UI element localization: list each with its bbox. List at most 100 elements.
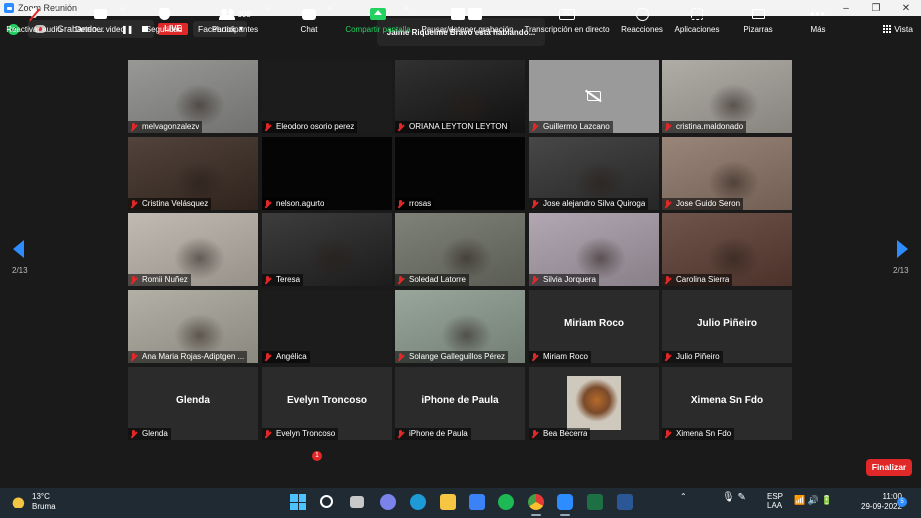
apps-label: Aplicaciones [674,25,720,34]
unmute-label: Reactivar audio [6,25,62,34]
chat-label: Chat [300,25,318,34]
participant-name-bar: iPhone de Paula [395,428,471,440]
input-language-indicator[interactable]: ESP LAA [767,492,783,510]
close-button[interactable]: ✕ [891,3,921,14]
participant-tile[interactable]: Jose Guido Seron [662,137,792,210]
participant-tile[interactable]: Cristina Velásquez [128,137,258,210]
next-page-arrow-icon[interactable] [897,240,908,258]
participant-name: melvagonzalezv [142,122,200,131]
microsoft-store-icon[interactable] [469,494,485,510]
chat-button[interactable]: Chat [292,6,326,34]
participant-name-bar: Cristina Velásquez [128,198,212,210]
teams-chat-icon[interactable] [380,494,396,510]
participant-tile[interactable]: Eleodoro osorio perez [262,60,392,133]
edge-browser-icon[interactable] [410,494,426,510]
search-icon[interactable] [320,495,333,508]
muted-mic-icon [130,275,138,285]
stop-video-button[interactable]: Detener video [72,6,128,34]
clock-time: 11:00 [882,492,902,501]
muted-mic-icon [664,352,672,362]
participant-tile[interactable]: Miriam Roco Miriam Roco [529,290,659,363]
whiteboards-label: Pizarras [743,25,773,34]
weather-temp: 13°C [32,492,50,501]
muted-mic-icon [397,275,405,285]
participant-display-name: Glenda [176,395,210,406]
chat-bubble-icon [302,8,316,20]
network-volume-battery-icons[interactable]: 📶 🔊 🔋 [794,495,833,506]
task-view-icon[interactable] [350,496,364,508]
chat-options-chevron-icon[interactable]: ^ [328,6,332,15]
spotify-icon[interactable] [498,494,514,510]
participant-name-bar: Glenda [128,428,171,440]
file-explorer-icon[interactable] [440,494,456,510]
chat-unread-badge: 1 [312,451,322,461]
participant-tile[interactable]: Jose alejandro Silva Quiroga [529,137,659,210]
notification-badge[interactable]: 5 [897,497,907,507]
participant-tile[interactable]: Solange Galleguillos Pérez [395,290,525,363]
participant-tile[interactable]: Carolina Sierra [662,213,792,286]
word-icon[interactable] [617,494,633,510]
participant-tile[interactable]: ORIANA LEYTON LEYTON [395,60,525,133]
participant-tile[interactable]: Julio Piñeiro Julio Piñeiro [662,290,792,363]
participant-tile[interactable]: cristina.maldonado [662,60,792,133]
share-options-chevron-icon[interactable]: ^ [405,6,409,15]
pause-stop-recording-button[interactable]: Pausar/detener grabación [420,6,515,34]
participant-name: Guillermo Lazcano [543,122,610,131]
more-button[interactable]: ••• Más [804,6,832,34]
whiteboards-button[interactable]: Pizarras [738,6,778,34]
participant-tile[interactable]: iPhone de Paula iPhone de Paula [395,367,525,440]
participant-tile[interactable]: Evelyn Troncoso Evelyn Troncoso [262,367,392,440]
chrome-browser-icon[interactable] [528,494,544,510]
participants-options-chevron-icon[interactable]: ^ [267,6,271,15]
participant-tile[interactable]: Silvia Jorquera [529,213,659,286]
participant-name: Bea Becerra [543,429,588,438]
participant-name-bar: melvagonzalezv [128,121,203,133]
participant-tile[interactable]: Soledad Latorre [395,213,525,286]
muted-mic-icon [531,352,539,362]
maximize-button[interactable]: ❐ [861,3,891,14]
system-clock[interactable]: 11:00 29-09-2022 [861,492,902,512]
participants-button[interactable]: 308 Participantes [204,6,266,34]
video-options-chevron-icon[interactable]: ^ [121,6,125,15]
participant-name: Julio Piñeiro [676,352,720,361]
weather-widget[interactable]: 13°C Bruma [12,492,56,512]
end-meeting-button[interactable]: Finalizar [866,459,912,476]
participant-tile[interactable]: Glenda Glenda [128,367,258,440]
zoom-taskbar-icon[interactable] [557,494,573,510]
pause-icon [450,8,465,20]
participant-tile[interactable]: Bea Becerra [529,367,659,440]
participant-tile[interactable]: melvagonzalezv [128,60,258,133]
view-button[interactable]: Vista [883,24,913,34]
start-menu-icon[interactable] [290,494,306,510]
participant-tile[interactable]: Romii Nuñez [128,213,258,286]
reactions-button[interactable]: Reacciones [620,6,664,34]
excel-icon[interactable] [587,494,603,510]
previous-page-arrow-icon[interactable] [13,240,24,258]
participant-name: Ximena Sn Fdo [676,429,732,438]
participant-name: Ana Maria Rojas-Adiptgen ... [142,352,245,361]
participant-tile[interactable]: nelson.agurto [262,137,392,210]
minimize-button[interactable]: – [831,3,861,14]
participant-tile[interactable]: rrosas [395,137,525,210]
audio-options-chevron-icon[interactable]: ^ [55,6,59,15]
participant-name: Miriam Roco [543,352,588,361]
muted-mic-icon [264,122,272,132]
security-button[interactable]: Seguridad [140,6,188,34]
participant-name-bar: Ximena Sn Fdo [662,428,735,440]
participant-tile[interactable]: Ana Maria Rojas-Adiptgen ... [128,290,258,363]
more-dots-icon: ••• [810,7,826,21]
tray-mic-pen-icons[interactable]: 🎙 ✎ [722,492,746,503]
participant-tile[interactable]: Angélica [262,290,392,363]
participant-tile[interactable]: Guillermo Lazcano [529,60,659,133]
muted-mic-icon [397,429,405,439]
participant-tile[interactable]: Teresa [262,213,392,286]
stop-video-label: Detener video [75,25,125,34]
tray-overflow-chevron-icon[interactable]: ⌃ [680,492,687,501]
live-transcript-button[interactable]: CC Transcripción en directo [522,6,612,34]
participant-tile[interactable]: Ximena Sn Fdo Ximena Sn Fdo [662,367,792,440]
reactions-label: Reacciones [621,25,663,34]
apps-button[interactable]: Aplicaciones [672,6,722,34]
share-screen-button[interactable]: Compartir pantalla [342,6,414,34]
language-code: ESP [767,492,784,501]
participants-icon [219,8,236,20]
